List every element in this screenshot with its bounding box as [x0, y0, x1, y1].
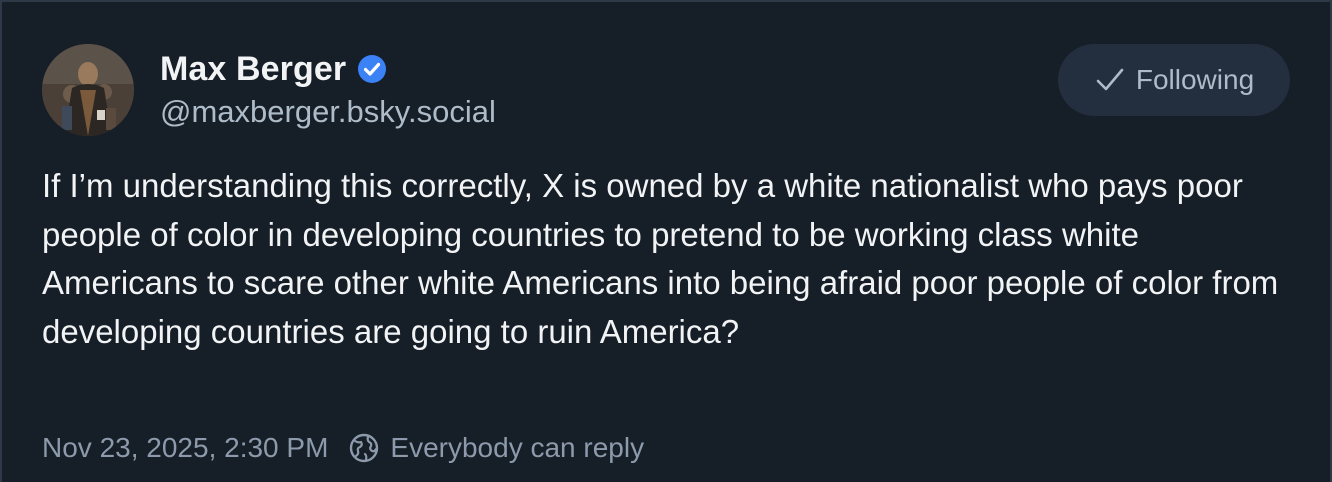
author-handle[interactable]: @maxberger.bsky.social — [160, 94, 496, 130]
globe-icon — [350, 433, 379, 463]
post-container: Max Berger @maxberger.bsky.social Follow… — [0, 0, 1332, 482]
reply-setting-label[interactable]: Everybody can reply — [390, 432, 644, 464]
verified-badge-icon — [358, 55, 387, 83]
post-text: If I’m understanding this correctly, X i… — [42, 167, 1279, 350]
following-button-label: Following — [1135, 64, 1255, 95]
check-icon — [1096, 68, 1124, 91]
author-name-row: Max Berger — [160, 46, 388, 92]
post-timestamp[interactable]: Nov 23, 2025, 2:30 PM — [42, 432, 328, 464]
post-meta-row: Nov 23, 2025, 2:30 PM Everybody can repl… — [42, 428, 644, 468]
author-display-name[interactable]: Max Berger — [160, 50, 346, 89]
avatar-photo-icon — [42, 44, 134, 136]
following-button[interactable]: Following — [1058, 44, 1290, 116]
avatar[interactable] — [42, 44, 134, 136]
